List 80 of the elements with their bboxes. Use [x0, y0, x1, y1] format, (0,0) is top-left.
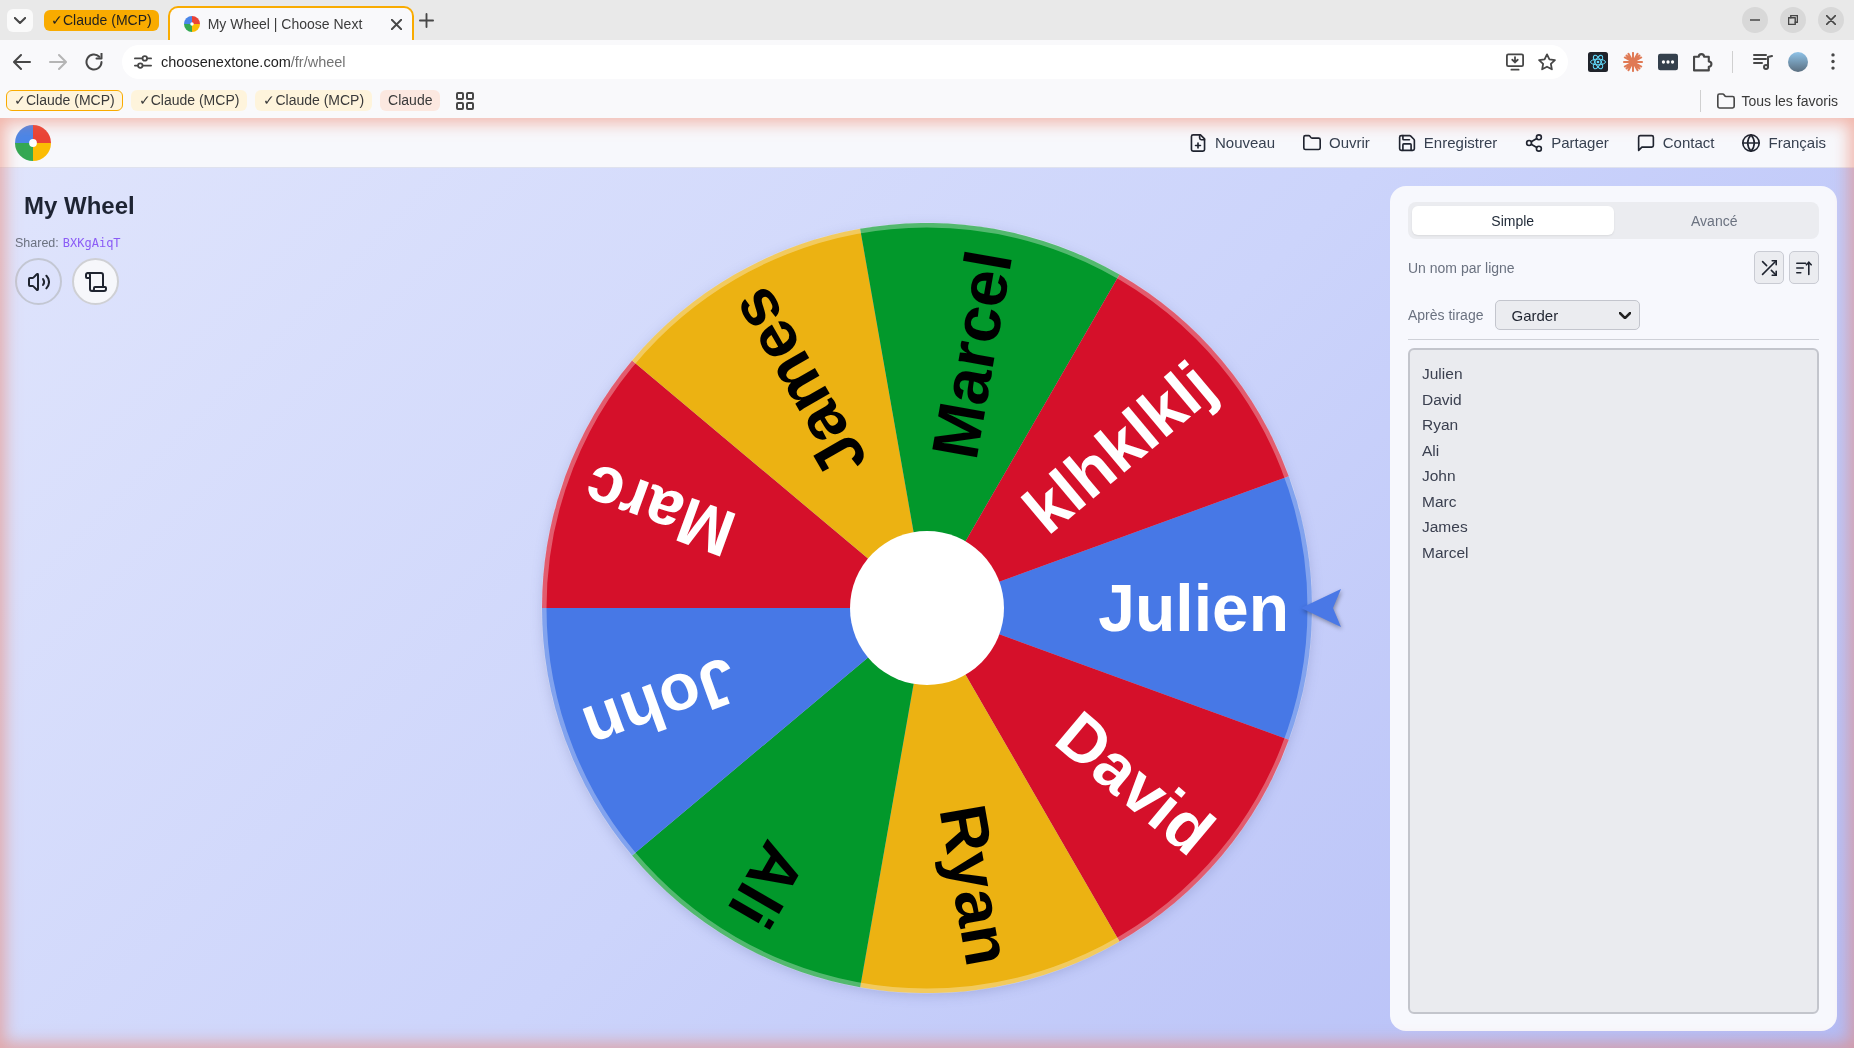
- history-button[interactable]: [72, 258, 119, 305]
- dots-box-icon[interactable]: [1657, 51, 1678, 72]
- nav-link[interactable]: Contact: [1636, 133, 1715, 152]
- speech-bubble-icon: [1636, 133, 1655, 152]
- bookmark-chip[interactable]: ✓Claude (MCP): [130, 90, 248, 111]
- atom-icon[interactable]: [1587, 51, 1608, 72]
- name-line: Ryan: [1422, 415, 1459, 435]
- tab-search-button[interactable]: [7, 8, 33, 32]
- name-line: Ali: [1422, 440, 1440, 461]
- mode-tab[interactable]: Simple: [1412, 206, 1614, 235]
- more-icon[interactable]: [1830, 53, 1835, 70]
- bookmark-chip[interactable]: ✓Claude (MCP): [255, 90, 373, 111]
- back-arrow-icon: [13, 52, 31, 71]
- reload-icon: [85, 52, 103, 71]
- scroll-icon: [84, 271, 107, 292]
- wheel-title: My Wheel: [24, 192, 135, 220]
- after-draw-select[interactable]: Garder: [1495, 300, 1641, 330]
- restore-icon: [1788, 15, 1798, 25]
- asterisk-burst-icon[interactable]: [1622, 51, 1643, 72]
- segment-label: Ali: [713, 829, 821, 940]
- chevron-down-icon: [1619, 311, 1632, 319]
- close-icon[interactable]: [390, 18, 402, 30]
- sound-button[interactable]: [15, 258, 62, 305]
- apps-grid-icon[interactable]: [456, 91, 475, 110]
- nav-link[interactable]: Français: [1742, 133, 1826, 152]
- name-line: James: [1422, 517, 1468, 537]
- hint-text: Un nom par ligne: [1408, 259, 1515, 276]
- folder-icon: [1716, 91, 1735, 110]
- browser-tab[interactable]: My Wheel | Choose Next: [167, 6, 414, 40]
- file-plus-icon: [1188, 133, 1207, 152]
- nav-link[interactable]: Nouveau: [1188, 133, 1275, 152]
- minimize-button[interactable]: [1742, 7, 1768, 33]
- share-icon: [1525, 133, 1544, 152]
- name-line: Marc: [1422, 491, 1457, 512]
- close-icon: [1826, 15, 1836, 25]
- share-code: BXKgAiqT: [62, 236, 121, 250]
- segment-label: Marcel: [917, 245, 1027, 464]
- wheel-hub[interactable]: [850, 531, 1004, 685]
- address-bar[interactable]: choosenextone.com/fr/wheel: [122, 44, 1568, 79]
- sort-button[interactable]: [1789, 251, 1819, 284]
- all-bookmarks-button[interactable]: Tous les favoris: [1716, 91, 1838, 110]
- plus-icon: [419, 12, 435, 28]
- folder-icon: [1303, 133, 1321, 152]
- name-line: David: [1422, 389, 1462, 410]
- install-app-icon[interactable]: [1506, 52, 1524, 71]
- playlist-icon[interactable]: [1752, 51, 1773, 72]
- shuffle-button[interactable]: [1754, 251, 1784, 284]
- name-line: Marcel: [1422, 542, 1469, 563]
- field-label: Après tirage: [1408, 307, 1484, 323]
- url-text: choosenextone.com/fr/wheel: [161, 53, 346, 70]
- shuffle-icon: [1761, 259, 1777, 276]
- bookmark-chip[interactable]: ✓Claude (MCP): [6, 90, 123, 111]
- segment-label: John: [574, 643, 748, 767]
- tab-group-chip[interactable]: ✓Claude (MCP): [44, 9, 159, 31]
- shared-label: Shared:: [15, 236, 59, 250]
- speaker-icon: [27, 271, 50, 292]
- segment-label: Marc: [574, 449, 745, 572]
- segment-label: Ryan: [925, 799, 1027, 971]
- globe-icon: [1742, 133, 1761, 152]
- star-icon[interactable]: [1538, 52, 1556, 71]
- name-line: John: [1422, 466, 1456, 486]
- nav-link[interactable]: Partager: [1525, 133, 1609, 152]
- nav-link[interactable]: Ouvrir: [1303, 133, 1370, 152]
- minimize-icon: [1750, 19, 1760, 21]
- names-field[interactable]: Julien David Ryan Ali John Marc James Marcel: [1408, 348, 1819, 1014]
- name-line: Julien: [1422, 364, 1463, 384]
- site-settings-icon[interactable]: [134, 52, 152, 71]
- nav-link[interactable]: Enregistrer: [1397, 133, 1498, 152]
- wheel-logo-icon: [183, 16, 200, 32]
- restore-button[interactable]: [1780, 7, 1806, 33]
- puzzle-icon[interactable]: [1692, 51, 1713, 72]
- sort-icon: [1796, 259, 1812, 276]
- close-window-button[interactable]: [1818, 7, 1844, 33]
- chevron-down-icon: [14, 16, 26, 24]
- segment-label: Julien: [1098, 571, 1289, 645]
- bookmark-chip[interactable]: Claude: [380, 90, 441, 111]
- avatar-icon[interactable]: [1787, 51, 1808, 72]
- forward-arrow-icon: [49, 52, 67, 71]
- mode-tab[interactable]: Avancé: [1613, 206, 1815, 235]
- wheel-logo-icon[interactable]: [15, 124, 51, 161]
